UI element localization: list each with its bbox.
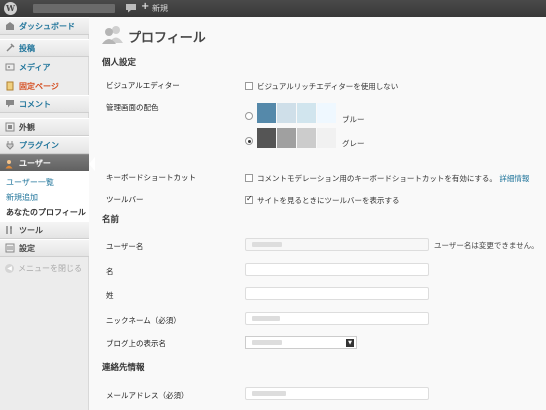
- admin-sidebar: ダッシュボード 投稿 メディア 固定ページ コメント 外観 プラグイン ユーザー…: [0, 17, 95, 410]
- menu-label: 設定: [19, 243, 35, 253]
- visual-editor-label: ビジュアルエディター: [106, 81, 180, 90]
- visual-editor-option: ビジュアルリッチエディターを使用しない: [257, 82, 399, 91]
- username-value-redacted: [252, 242, 282, 247]
- visual-editor-checkbox[interactable]: [245, 82, 253, 90]
- menu-label: メディア: [19, 62, 51, 72]
- username-note: ユーザー名は変更できません。: [434, 241, 539, 250]
- collapse-menu-button[interactable]: ◀ メニューを閉じる: [0, 259, 89, 277]
- comment-icon: [6, 100, 14, 108]
- nickname-field[interactable]: [245, 312, 429, 325]
- gray-color-swatch: [257, 128, 276, 148]
- username-label: ユーザー名: [106, 242, 144, 251]
- menu-plugins[interactable]: プラグイン: [0, 136, 89, 154]
- first-name-label: 名: [106, 267, 114, 276]
- gray-color-swatch: [277, 128, 296, 148]
- pin-icon: [6, 43, 15, 52]
- section-personal-options: 個人設定: [102, 58, 137, 68]
- dashboard-icon: [6, 22, 14, 30]
- display-name-select[interactable]: ▼: [245, 336, 357, 349]
- color-scheme-gray-label: グレー: [342, 139, 365, 148]
- blue-color-swatch: [297, 103, 316, 123]
- color-scheme-blue-label: ブルー: [342, 115, 365, 124]
- menu-label: 外観: [19, 122, 35, 132]
- menu-pages[interactable]: 固定ページ: [0, 77, 89, 95]
- media-icon: [5, 63, 15, 71]
- gray-color-swatch: [317, 128, 336, 148]
- site-name-link[interactable]: [33, 4, 115, 13]
- menu-comments[interactable]: コメント: [0, 95, 89, 113]
- menu-media[interactable]: メディア: [0, 58, 89, 76]
- plugin-icon: [6, 141, 14, 150]
- menu-label: プラグイン: [19, 140, 59, 150]
- email-field[interactable]: [245, 387, 429, 400]
- collapse-icon: ◀: [5, 263, 14, 273]
- menu-label: 投稿: [19, 43, 35, 53]
- submenu-all-users[interactable]: ユーザー一覧: [6, 177, 54, 188]
- section-name: 名前: [102, 215, 120, 225]
- toolbar-label: ツールバー: [106, 195, 144, 204]
- plus-icon[interactable]: +: [141, 1, 149, 12]
- menu-posts[interactable]: 投稿: [0, 39, 89, 57]
- menu-appearance[interactable]: 外観: [0, 118, 89, 136]
- display-name-label: ブログ上の表示名: [106, 339, 166, 348]
- color-scheme-label: 管理画面の配色: [106, 103, 159, 112]
- settings-icon: [5, 243, 15, 253]
- color-scheme-blue-radio[interactable]: [245, 112, 253, 120]
- main-content: プロフィール 個人設定 ビジュアルエディター ビジュアルリッチエディターを使用し…: [90, 17, 546, 410]
- new-content-link[interactable]: 新規: [152, 3, 168, 14]
- toolbar-checkbox[interactable]: [245, 194, 253, 204]
- menu-tools[interactable]: ツール: [0, 221, 89, 239]
- nickname-label: ニックネーム（必須）: [106, 316, 181, 325]
- users-page-icon: [102, 26, 123, 44]
- section-contact-info: 連絡先情報: [102, 363, 145, 373]
- more-info-link[interactable]: 詳細情報: [499, 174, 529, 183]
- keyboard-shortcuts-label: キーボードショートカット: [106, 173, 196, 182]
- menu-label: ツール: [19, 225, 43, 235]
- menu-settings[interactable]: 設定: [0, 239, 89, 257]
- color-scheme-gray-radio[interactable]: [245, 137, 253, 145]
- nickname-value-redacted: [252, 316, 280, 321]
- chevron-down-icon: ▼: [346, 339, 354, 347]
- menu-label: 固定ページ: [19, 81, 59, 91]
- menu-label: ダッシュボード: [19, 21, 75, 31]
- wordpress-logo-icon[interactable]: W: [4, 2, 17, 15]
- gray-color-swatch: [297, 128, 316, 148]
- page-icon: [6, 81, 14, 91]
- users-icon: [5, 159, 13, 168]
- keyboard-shortcuts-checkbox[interactable]: [245, 174, 253, 182]
- toolbar-option: サイトを見るときにツールバーを表示する: [257, 196, 400, 205]
- email-value-redacted: [252, 391, 286, 396]
- menu-users[interactable]: ユーザー: [0, 154, 95, 172]
- first-name-field[interactable]: [245, 263, 429, 276]
- username-field: [245, 238, 429, 251]
- email-label: メールアドレス（必須）: [106, 391, 189, 400]
- page-title: プロフィール: [128, 31, 206, 46]
- menu-label: メニューを閉じる: [18, 263, 82, 273]
- menu-dashboard[interactable]: ダッシュボード: [0, 17, 89, 35]
- submenu-add-new[interactable]: 新規追加: [6, 192, 38, 203]
- tools-icon: [6, 226, 12, 234]
- display-name-value-redacted: [252, 340, 282, 345]
- appearance-icon: [5, 122, 15, 132]
- last-name-label: 姓: [106, 291, 114, 300]
- comment-bubble-icon[interactable]: [125, 3, 137, 13]
- blue-color-swatch: [317, 103, 336, 123]
- submenu-your-profile[interactable]: あなたのプロフィール: [6, 207, 86, 218]
- keyboard-shortcuts-text: コメントモデレーション用のキーボードショートカットを有効にする。: [257, 174, 497, 183]
- blue-color-swatch: [257, 103, 276, 123]
- admin-bar: W + 新規: [0, 0, 546, 17]
- keyboard-shortcuts-option: コメントモデレーション用のキーボードショートカットを有効にする。 詳細情報: [257, 173, 529, 184]
- last-name-field[interactable]: [245, 287, 429, 300]
- menu-label: ユーザー: [19, 159, 51, 168]
- blue-color-swatch: [277, 103, 296, 123]
- menu-label: コメント: [19, 99, 51, 109]
